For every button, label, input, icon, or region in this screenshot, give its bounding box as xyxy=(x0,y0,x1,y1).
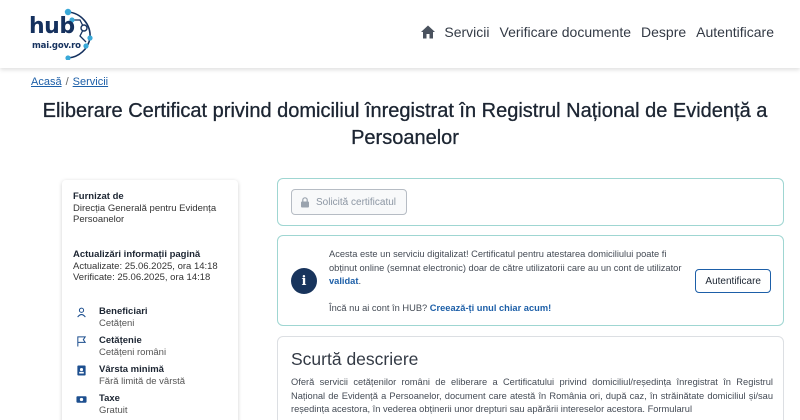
request-certificate-button[interactable]: Solicită certificatul xyxy=(291,189,408,215)
hub-logo[interactable]: hub mai.gov.ro xyxy=(28,8,98,60)
breadcrumb-separator: / xyxy=(65,76,69,88)
citizenship-value: Cetățeni români xyxy=(99,347,167,358)
breadcrumb-servicii-link[interactable]: Servicii xyxy=(73,76,108,88)
id-badge-icon xyxy=(77,365,86,376)
logo-word: hub xyxy=(29,14,75,39)
logo-domain: mai.gov.ro xyxy=(32,41,81,51)
no-account-text: Încă nu ai cont în HUB? xyxy=(329,303,430,313)
nav-servicii[interactable]: Servicii xyxy=(444,24,489,40)
main-nav: Servicii Verificare documente Despre Aut… xyxy=(420,24,774,40)
top-header: hub mai.gov.ro Servicii Verificare docum… xyxy=(0,0,800,68)
min-age-row: Vârsta minimă Fără limită de vârstă xyxy=(76,364,185,388)
beneficiaries-label: Beneficiari xyxy=(99,306,148,317)
updates-label: Actualizări informații pagină xyxy=(73,249,201,260)
money-icon xyxy=(76,396,87,403)
notice-auth-button[interactable]: Autentificare xyxy=(695,269,771,293)
provider-block: Furnizat de Direcția Generală pentru Evi… xyxy=(73,191,231,226)
provider-label: Furnizat de xyxy=(73,191,124,202)
no-account-question: Încă nu ai cont în HUB? Creează-ți unul … xyxy=(329,303,551,313)
service-info-card: Furnizat de Direcția Generală pentru Evi… xyxy=(62,180,238,420)
updated-date: Actualizate: 25.06.2025, ora 14:18 xyxy=(73,260,218,272)
description-title: Scurtă descriere xyxy=(291,349,419,369)
request-panel: Solicită certificatul xyxy=(277,178,784,226)
description-panel: Scurtă descriere Oferă servicii cetățeni… xyxy=(277,336,784,420)
flag-icon xyxy=(77,336,87,347)
min-age-label: Vârsta minimă xyxy=(99,364,164,375)
citizenship-label: Cetățenie xyxy=(99,335,142,346)
notice-text: Acesta este un serviciu digitalizat! Cer… xyxy=(329,248,695,289)
lock-icon xyxy=(301,196,309,207)
description-text: Oferă servicii cetățenilor români de eli… xyxy=(291,377,773,414)
provider-value: Direcția Generală pentru Evidența Persoa… xyxy=(73,202,217,226)
info-icon: i xyxy=(291,268,317,294)
nav-autentificare[interactable]: Autentificare xyxy=(696,24,774,40)
fees-label: Taxe xyxy=(99,393,120,404)
request-certificate-label: Solicită certificatul xyxy=(316,196,397,208)
beneficiaries-value: Cetățeni xyxy=(99,318,135,329)
home-icon[interactable] xyxy=(420,24,436,40)
fees-row: Taxe Gratuit xyxy=(76,393,128,417)
citizenship-row: Cetățenie Cetățeni români xyxy=(76,335,166,359)
page-title: Eliberare Certificat privind domiciliul … xyxy=(42,100,768,149)
notice-text-main: Acesta este un serviciu digitalizat! Cer… xyxy=(329,249,682,273)
person-icon xyxy=(77,307,86,318)
updates-block: Actualizări informații pagină Actualizat… xyxy=(73,249,231,284)
digital-service-notice: i Acesta este un serviciu digitalizat! C… xyxy=(277,235,784,326)
breadcrumb-home-link[interactable]: Acasă xyxy=(31,76,62,88)
create-account-link[interactable]: Creează-ți unul chiar acum! xyxy=(430,303,551,313)
min-age-value: Fără limită de vârstă xyxy=(99,376,186,387)
nav-despre[interactable]: Despre xyxy=(641,24,686,40)
beneficiaries-row: Beneficiari Cetățeni xyxy=(76,306,148,330)
breadcrumb: Acasă / Servicii xyxy=(31,76,108,88)
validated-link[interactable]: validat xyxy=(329,276,358,286)
fees-value: Gratuit xyxy=(99,405,128,416)
verified-date: Verificate: 25.06.2025, ora 14:18 xyxy=(73,272,211,283)
notice-text-end: . xyxy=(358,276,362,286)
nav-verificare-documente[interactable]: Verificare documente xyxy=(500,24,632,40)
